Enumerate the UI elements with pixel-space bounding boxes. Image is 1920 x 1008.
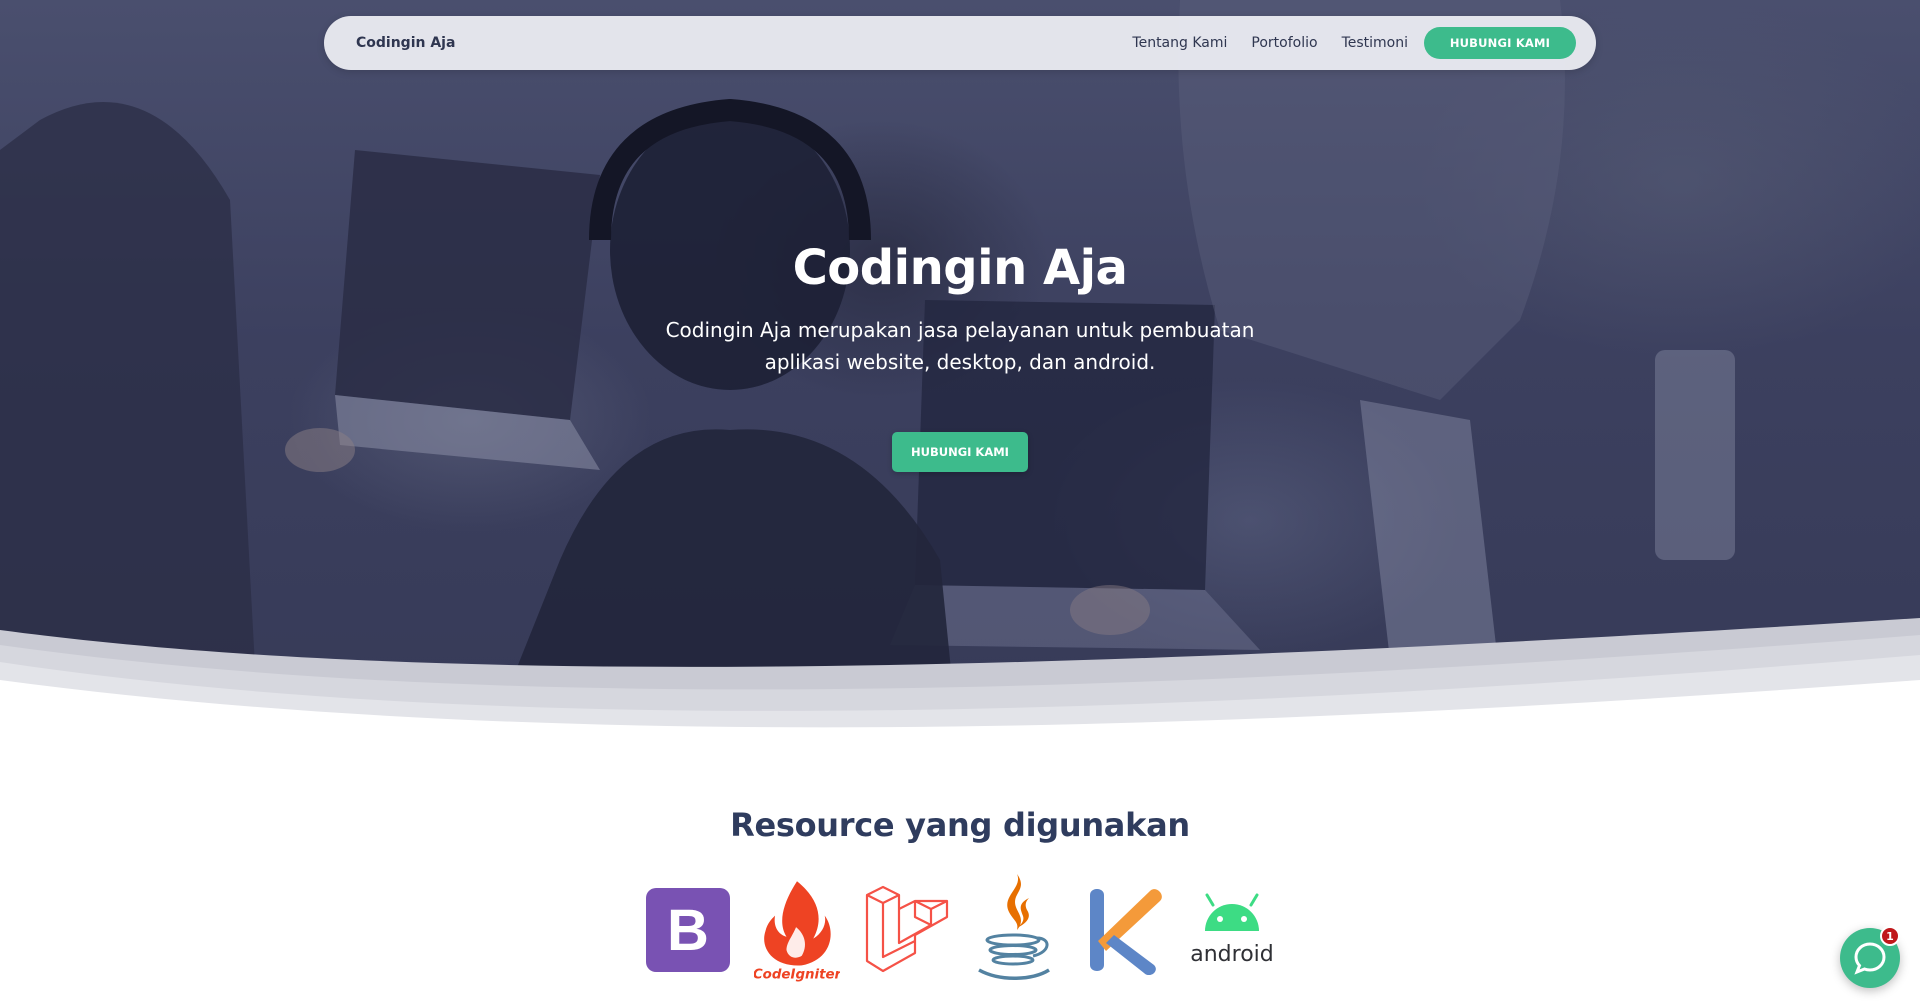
hero-contact-button[interactable]: HUBUNGI KAMI (892, 432, 1028, 472)
codeigniter-icon: CodeIgniter (754, 870, 840, 990)
java-icon (971, 870, 1057, 990)
bootstrap-icon: B (645, 870, 731, 990)
nav-link-testimoni[interactable]: Testimoni (1342, 35, 1408, 51)
chat-notification-badge: 1 (1880, 926, 1900, 946)
nav-contact-button[interactable]: HUBUNGI KAMI (1424, 27, 1576, 59)
svg-text:B: B (667, 898, 709, 963)
hero-description: Codingin Aja merupakan jasa pelayanan un… (665, 318, 1255, 374)
nav-links: Tentang Kami Portofolio Testimoni HUBUNG… (1132, 27, 1576, 59)
kotlin-icon (1080, 870, 1166, 990)
nav-link-tentang-kami[interactable]: Tentang Kami (1132, 35, 1227, 51)
laravel-icon (863, 870, 949, 990)
brand-logo-link[interactable]: Codingin Aja (356, 35, 455, 51)
hero-content: Codingin Aja Codingin Aja merupakan jasa… (0, 240, 1920, 472)
hero-section: Codingin Aja Tentang Kami Portofolio Tes… (0, 0, 1920, 760)
chat-widget-button[interactable]: 1 (1840, 926, 1900, 988)
svg-text:CodeIgniter: CodeIgniter (754, 968, 840, 983)
navbar: Codingin Aja Tentang Kami Portofolio Tes… (324, 16, 1596, 70)
svg-text:android: android (1190, 942, 1274, 967)
nav-link-portofolio[interactable]: Portofolio (1251, 35, 1317, 51)
resources-title: Resource yang digunakan (730, 806, 1190, 844)
chat-bubble-icon (1854, 942, 1886, 975)
hero-title: Codingin Aja (792, 240, 1128, 296)
android-icon: android (1189, 870, 1275, 990)
hero-wave-divider (0, 618, 1920, 760)
resource-logos: B CodeIgniter android (645, 870, 1275, 990)
